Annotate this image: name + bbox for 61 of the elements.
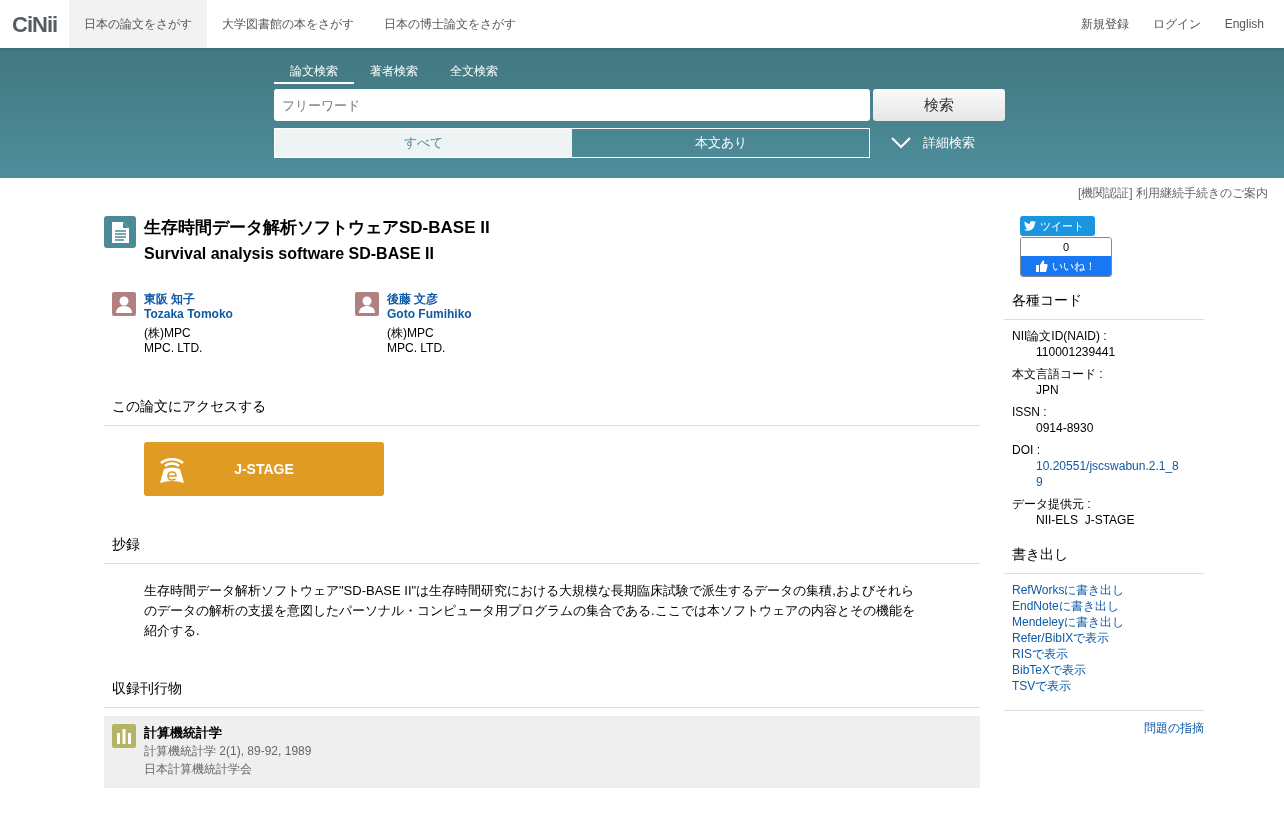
bird-icon — [1024, 221, 1036, 231]
code-value: NII-ELS J-STAGE — [1036, 512, 1136, 528]
search-button[interactable]: 検索 — [873, 89, 1005, 121]
journal-publisher: 日本計算機統計学会 — [144, 761, 253, 778]
section-heading: 各種コード — [1012, 291, 1083, 310]
section-heading: 書き出し — [1012, 545, 1069, 564]
like-widget[interactable]: 0 いいね！ — [1020, 237, 1112, 277]
search-tab[interactable]: 著者検索 — [354, 62, 434, 84]
author-affiliation: (株)MPC — [387, 326, 435, 341]
doi-link[interactable]: 10.20551/jscswabun.2.1_89 — [1036, 458, 1182, 490]
search-tab[interactable]: 論文検索 — [274, 62, 354, 84]
export-link[interactable]: TSVで表示 — [1012, 678, 1072, 694]
header-link[interactable]: 新規登録 — [1080, 15, 1129, 33]
author-affiliation: (株)MPC — [144, 326, 192, 341]
author-affiliation-english: MPC. LTD. — [387, 341, 447, 356]
author-name-english[interactable]: Tozaka Tomoko — [144, 307, 233, 322]
abstract-text: 生存時間データ解析ソフトウェア"SD-BASE II"は生存時間研究における大規模な長期臨床試験で派生するデータの集積,およびそれらのデータの解析の支援を意図したパーソナル・コンピュータ用プログラムの集合である.ここでは本ソフトウェアの内容とその機能を紹介する. — [144, 582, 916, 640]
export-link[interactable]: Mendeleyに書き出し — [1012, 614, 1125, 630]
section-heading: 抄録 — [112, 535, 141, 554]
author-name-english[interactable]: Goto Fumihiko — [387, 307, 472, 322]
chevron-down-icon — [891, 137, 911, 149]
code-label: ISSN : — [1012, 404, 1048, 420]
export-link[interactable]: RISで表示 — [1012, 646, 1068, 662]
report-link[interactable]: 問題の指摘 — [1144, 719, 1204, 737]
search-field[interactable]: フリーワード — [274, 89, 870, 121]
filter-toggle[interactable]: すべて — [275, 129, 572, 157]
notice-link[interactable]: [機関認証] 利用継続手続きのご案内 — [1078, 184, 1268, 202]
export-link[interactable]: RefWorksに書き出し — [1012, 582, 1125, 598]
author-affiliation-english: MPC. LTD. — [144, 341, 204, 356]
nav-tab[interactable]: 日本の博士論文をさがす — [369, 0, 532, 48]
document-icon — [104, 216, 136, 248]
code-label: データ提供元 : — [1012, 496, 1092, 512]
advanced-search-link[interactable]: 詳細検索 — [891, 133, 975, 153]
nav-tab[interactable]: 日本の論文をさがす — [69, 0, 208, 48]
header-link[interactable]: ログイン — [1152, 15, 1201, 33]
export-link[interactable]: Refer/BibIXで表示 — [1012, 630, 1110, 646]
header-link[interactable]: English — [1224, 15, 1264, 33]
code-label: 本文言語コード : — [1012, 366, 1104, 382]
code-value: 0914-8930 — [1036, 420, 1095, 436]
article-title: 生存時間データ解析ソフトウェアSD-BASE II — [144, 217, 490, 239]
bar-chart-icon — [112, 724, 136, 748]
section-heading: この論文にアクセスする — [112, 397, 267, 416]
code-value: 110001239441 — [1036, 344, 1117, 360]
code-label: NII論文ID(NAID) : — [1012, 328, 1108, 344]
logo[interactable]: CiNii — [0, 0, 70, 48]
export-link[interactable]: EndNoteに書き出し — [1012, 598, 1119, 614]
author-name[interactable]: 東阪 知子 — [144, 292, 233, 307]
export-link[interactable]: BibTeXで表示 — [1012, 662, 1087, 678]
article-title-english: Survival analysis software SD-BASE II — [144, 244, 435, 264]
journal-title[interactable]: 計算機統計学 — [144, 724, 312, 742]
person-icon — [112, 292, 136, 316]
filter-toggle[interactable]: 本文あり — [572, 129, 869, 157]
person-icon — [355, 292, 379, 316]
code-value: JPN — [1036, 382, 1060, 398]
nav-tab[interactable]: 大学図書館の本をさがす — [207, 0, 370, 48]
thumbs-up-icon — [1036, 260, 1048, 272]
journal-citation: 計算機統計学 2(1), 89-92, 1989 — [144, 743, 312, 760]
search-tab[interactable]: 全文検索 — [434, 62, 514, 84]
code-label: DOI : — [1012, 442, 1041, 458]
author-name[interactable]: 後藤 文彦 — [387, 292, 472, 307]
section-heading: 収録刊行物 — [112, 679, 183, 698]
